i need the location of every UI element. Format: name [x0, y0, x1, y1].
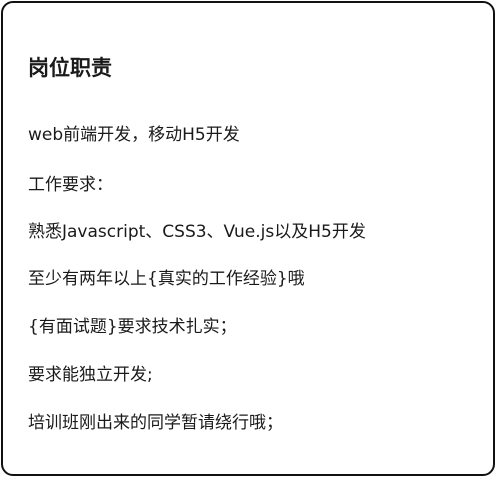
description-line-3: 熟悉Javascript、CSS3、Vue.js以及H5开发	[28, 222, 366, 242]
description-line-6: 要求能独立开发;	[28, 365, 153, 385]
section-title: 岗位职责	[28, 56, 112, 80]
description-line-4: 至少有两年以上{真实的工作经验}哦	[28, 269, 305, 289]
description-line-2: 工作要求：	[28, 175, 113, 195]
description-line-5: {有面试题}要求技术扎实；	[28, 317, 237, 337]
description-line-1: web前端开发，移动H5开发	[28, 125, 240, 145]
description-line-7: 培训班刚出来的同学暂请绕行哦；	[28, 413, 283, 433]
job-description-card: 岗位职责 web前端开发，移动H5开发 工作要求： 熟悉Javascript、C…	[1, 1, 495, 476]
